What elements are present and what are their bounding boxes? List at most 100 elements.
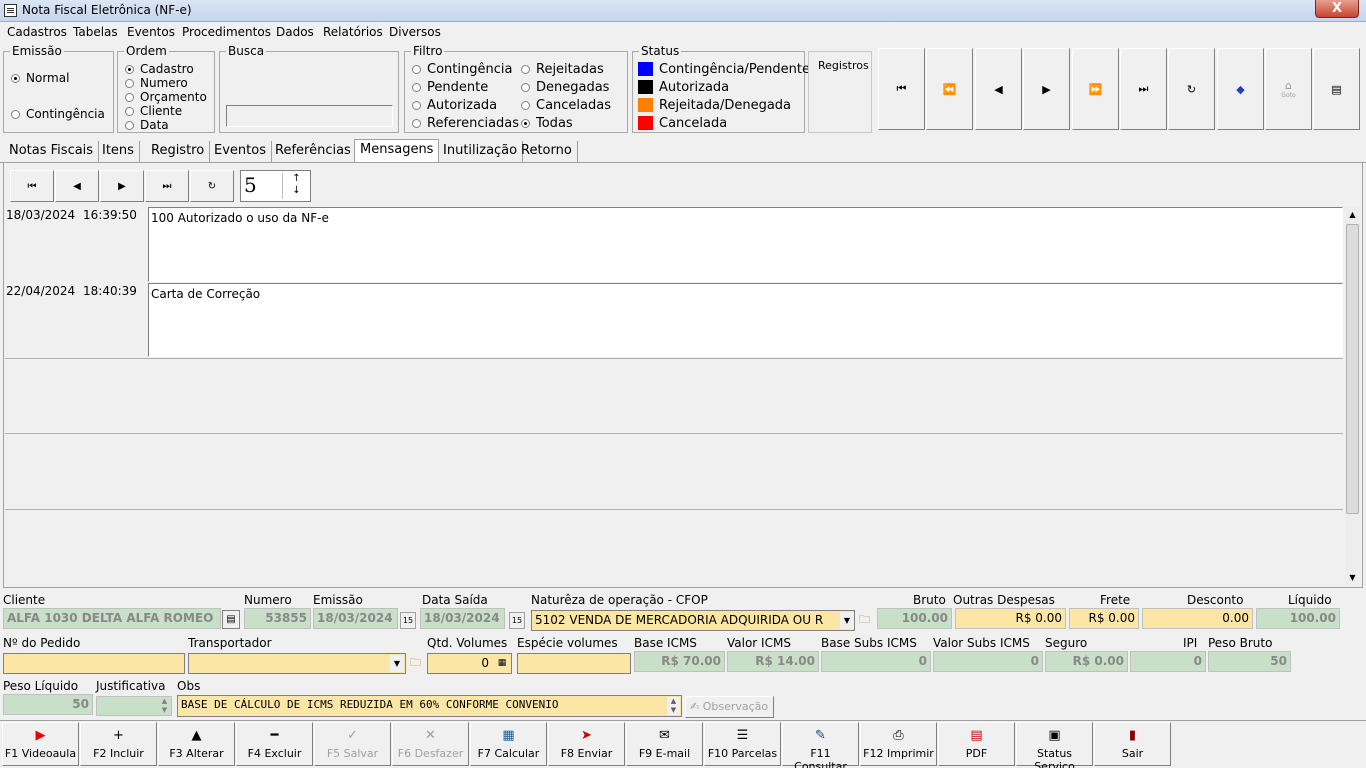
menu-relatorios[interactable]: Relatórios: [323, 25, 383, 39]
tab-notas-fiscais[interactable]: Notas Fiscais: [4, 141, 100, 162]
f8-enviar-button[interactable]: ➤ F8 Enviar: [548, 722, 625, 766]
radio-normal[interactable]: Normal: [11, 71, 69, 85]
f4-excluir-button[interactable]: ━ F4 Excluir: [236, 722, 313, 766]
keyboard-icon[interactable]: ▦: [494, 656, 510, 671]
f2-incluir-button[interactable]: + F2 Incluir: [80, 722, 157, 766]
radio-data[interactable]: Data: [125, 118, 169, 132]
peso-liquido-field[interactable]: 50: [3, 694, 93, 715]
cliente-lookup-icon[interactable]: ▤: [222, 610, 240, 629]
outras-field[interactable]: R$ 0.00: [955, 608, 1066, 629]
liquido-field[interactable]: 100.00: [1256, 608, 1340, 629]
tab-referencias[interactable]: Referências: [270, 141, 357, 162]
ipi-field[interactable]: 0: [1130, 651, 1206, 672]
msg-next-button[interactable]: ▶: [100, 170, 144, 202]
radio-f-rejeitadas[interactable]: Rejeitadas: [521, 62, 604, 77]
radio-contingencia[interactable]: Contingência: [11, 107, 105, 121]
radio-orcamento[interactable]: Orçamento: [125, 90, 207, 104]
especie-field[interactable]: [517, 653, 631, 674]
spin-icon[interactable]: ▲ ▼: [158, 697, 171, 715]
f12-imprimir-button[interactable]: ⎙ F12 Imprimir: [860, 722, 937, 766]
cliente-field[interactable]: ALFA 1030 DELTA ALFA ROMEO: [3, 608, 221, 629]
folder-icon[interactable]: 🗀: [407, 655, 424, 672]
busca-input[interactable]: [226, 105, 393, 127]
tab-mensagens[interactable]: Mensagens: [354, 139, 440, 162]
previous-button[interactable]: ◀: [975, 48, 1022, 130]
menu-procedimentos[interactable]: Procedimentos: [182, 25, 271, 39]
msg-text[interactable]: Carta de Correção: [148, 283, 1343, 357]
tab-eventos[interactable]: Eventos: [209, 141, 272, 162]
emissao-field[interactable]: 18/03/2024: [313, 608, 398, 629]
tab-registro[interactable]: Registro: [146, 141, 211, 162]
status-servico-button[interactable]: ▣ Status Serviço: [1016, 722, 1093, 768]
scroll-thumb[interactable]: [1346, 224, 1359, 514]
f5-salvar-button[interactable]: ✓ F5 Salvar: [314, 722, 391, 766]
form-button[interactable]: ▤: [1313, 48, 1360, 130]
tab-itens[interactable]: Itens: [97, 141, 140, 162]
msg-text[interactable]: 100 Autorizado o uso da NF-e: [148, 207, 1343, 282]
scroll-down-icon[interactable]: ▼: [1345, 570, 1360, 585]
fast-forward-button[interactable]: ⏩: [1072, 48, 1119, 130]
record-counter[interactable]: 5 ↑ ↓: [240, 170, 311, 202]
obs-field[interactable]: BASE DE CÁLCULO DE ICMS REDUZIDA EM 60% …: [177, 695, 682, 717]
menu-diversos[interactable]: Diversos: [389, 25, 441, 39]
goto-button[interactable]: ⌂ Goto: [1265, 48, 1312, 130]
chevron-down-icon[interactable]: ▼: [840, 612, 854, 629]
refresh-button[interactable]: ↻: [1168, 48, 1215, 130]
msg-previous-button[interactable]: ◀: [55, 170, 99, 202]
app-icon[interactable]: [4, 4, 17, 17]
calendar-icon[interactable]: 15: [400, 612, 416, 629]
msg-refresh-button[interactable]: ↻: [190, 170, 234, 202]
base-icms-field[interactable]: R$ 70.00: [634, 651, 725, 672]
spin-icon[interactable]: ↑ ↓: [282, 173, 310, 199]
desconto-field[interactable]: 0.00: [1142, 608, 1253, 629]
f11-consultar-button[interactable]: ✎ F11 Consultar: [782, 722, 859, 768]
radio-cadastro[interactable]: Cadastro: [125, 62, 194, 76]
calendar-icon[interactable]: 15: [509, 612, 525, 629]
radio-f-denegadas[interactable]: Denegadas: [521, 80, 609, 95]
base-subs-field[interactable]: 0: [821, 651, 931, 672]
last-record-button[interactable]: ⏭: [1120, 48, 1167, 130]
first-record-button[interactable]: ⏮: [878, 48, 925, 130]
pedido-field[interactable]: [3, 653, 185, 674]
msg-first-button[interactable]: ⏮: [10, 170, 54, 202]
menu-dados[interactable]: Dados: [276, 25, 314, 39]
seguro-field[interactable]: R$ 0.00: [1045, 651, 1128, 672]
radio-f-pendente[interactable]: Pendente: [412, 80, 488, 95]
f6-desfazer-button[interactable]: ✕ F6 Desfazer: [392, 722, 469, 766]
radio-f-canceladas[interactable]: Canceladas: [521, 98, 611, 113]
f10-parcelas-button[interactable]: ☰ F10 Parcelas: [704, 722, 781, 766]
tag-button[interactable]: ◆: [1217, 48, 1264, 130]
rewind-button[interactable]: ⏪: [926, 48, 973, 130]
folder-icon[interactable]: 🗀: [856, 612, 873, 629]
pdf-button[interactable]: ▤ PDF: [938, 722, 1015, 766]
f1-videoaula-button[interactable]: ▶ F1 Videoaula: [2, 722, 79, 766]
radio-numero[interactable]: Numero: [125, 76, 188, 90]
frete-field[interactable]: R$ 0.00: [1069, 608, 1139, 629]
observacao-button[interactable]: ✍ Observação: [685, 696, 774, 718]
f3-alterar-button[interactable]: ▲ F3 Alterar: [158, 722, 235, 766]
radio-f-todas[interactable]: Todas: [521, 116, 573, 131]
natureza-select[interactable]: 5102 VENDA DE MERCADORIA ADQUIRIDA OU R: [531, 610, 855, 631]
radio-f-autorizada[interactable]: Autorizada: [412, 98, 497, 113]
tab-retorno[interactable]: Retorno: [516, 141, 578, 162]
spin-icon[interactable]: ▲ ▼: [667, 697, 680, 715]
f9-email-button[interactable]: ✉ F9 E-mail: [626, 722, 703, 766]
scroll-up-icon[interactable]: ▲: [1345, 207, 1360, 222]
f7-calcular-button[interactable]: ▦ F7 Calcular: [470, 722, 547, 766]
close-button[interactable]: X: [1315, 0, 1359, 18]
radio-f-referenciadas[interactable]: Referenciadas: [412, 116, 519, 131]
next-button[interactable]: ▶: [1023, 48, 1070, 130]
messages-scrollbar[interactable]: ▲ ▼: [1345, 207, 1360, 585]
valor-icms-field[interactable]: R$ 14.00: [727, 651, 819, 672]
menu-eventos[interactable]: Eventos: [127, 25, 175, 39]
tab-inutilizacao[interactable]: Inutilização: [438, 141, 524, 162]
chevron-down-icon[interactable]: ▼: [390, 655, 404, 672]
msg-last-button[interactable]: ⏭: [145, 170, 189, 202]
radio-cliente[interactable]: Cliente: [125, 104, 182, 118]
data-saida-field[interactable]: 18/03/2024: [420, 608, 505, 629]
radio-f-contingencia[interactable]: Contingência: [412, 62, 512, 77]
menu-cadastros[interactable]: Cadastros: [7, 25, 67, 39]
transportador-select[interactable]: [188, 653, 406, 674]
bruto-field[interactable]: 100.00: [877, 608, 952, 629]
menu-tabelas[interactable]: Tabelas: [73, 25, 118, 39]
